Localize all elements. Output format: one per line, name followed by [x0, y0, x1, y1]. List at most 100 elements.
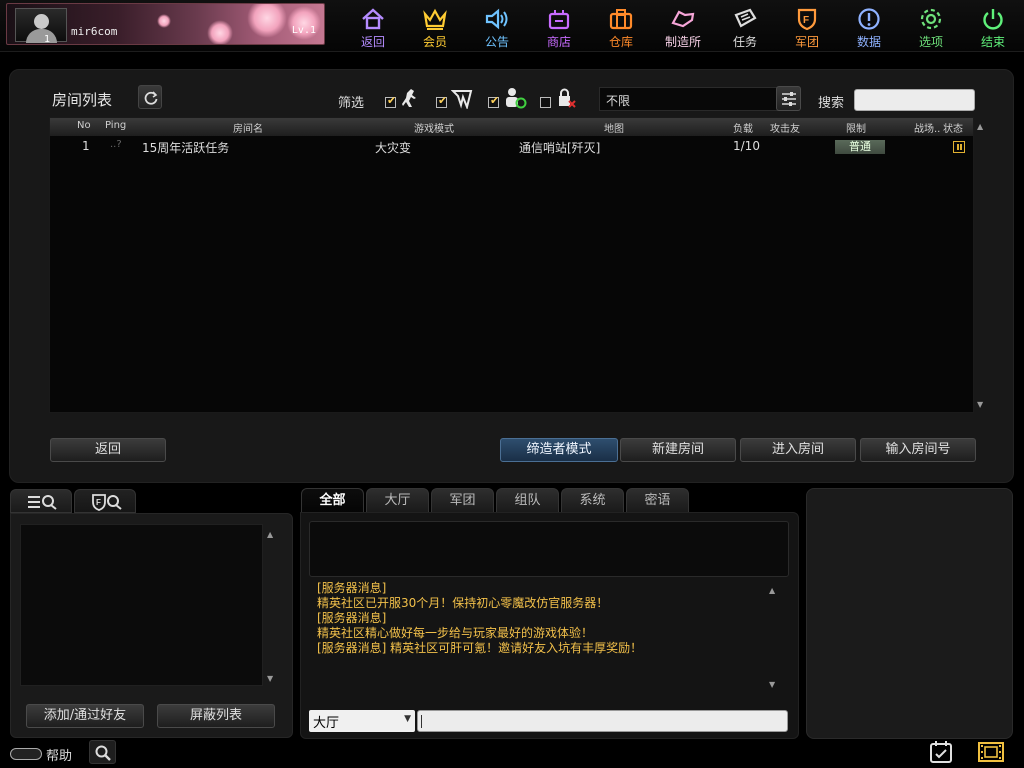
tab-chat-lobby[interactable]: 大厅: [366, 488, 429, 513]
nav-label: 会员: [422, 35, 447, 49]
nav-vip-button[interactable]: 会员: [404, 2, 466, 50]
task-icon: [734, 8, 757, 28]
back-button[interactable]: 返回: [50, 438, 166, 462]
avatar-level: 1: [44, 34, 51, 45]
column-header-no[interactable]: No: [77, 120, 91, 131]
blossom-decoration: [157, 14, 171, 28]
nav-label: 商店: [546, 35, 571, 49]
nav-notice-button[interactable]: 公告: [466, 2, 528, 50]
power-icon: [983, 9, 1003, 30]
enter-room-button[interactable]: 进入房间: [740, 438, 856, 462]
player-profile-card[interactable]: 1 mir6com Lv.1: [6, 3, 325, 45]
column-header-friendly-fire[interactable]: 攻击友: [770, 120, 800, 135]
help-button[interactable]: 帮助: [10, 744, 72, 764]
nav-clan-button[interactable]: F 军团: [776, 2, 838, 50]
enter-room-number-button[interactable]: 输入房间号: [860, 438, 976, 462]
zombie-mode-icon: [451, 90, 473, 109]
nav-exit-button[interactable]: 结束: [962, 2, 1024, 50]
room-map: 通信哨站[歼灭]: [519, 141, 601, 155]
filter-checkbox-mode-b[interactable]: ✔: [436, 94, 447, 108]
creator-mode-button[interactable]: 缔造者模式: [500, 438, 618, 462]
clan-icon: F: [797, 8, 817, 31]
tab-chat-party[interactable]: 组队: [496, 488, 559, 513]
filter-checkbox-joinable[interactable]: ✔: [488, 94, 500, 108]
room-search-input[interactable]: [854, 89, 975, 111]
scroll-down-arrow[interactable]: ▼: [267, 674, 273, 683]
nav-storage-button[interactable]: 仓库: [590, 2, 652, 50]
check-mark: ✔: [490, 94, 500, 107]
room-name: 15周年活跃任务: [142, 141, 230, 155]
scroll-up-arrow[interactable]: ▲: [267, 530, 273, 539]
column-header-battlefield[interactable]: 战场..: [914, 120, 940, 135]
column-header-ping[interactable]: Ping: [105, 120, 126, 131]
avatar-head: [34, 14, 49, 29]
chat-channel-select[interactable]: 大厅 ▼: [309, 710, 415, 732]
blossom-decoration: [207, 20, 233, 44]
avatar: 1: [15, 8, 67, 45]
chat-panel: [服务器消息] 精英社区已开服30个月！保持初心零魔改仿官服务器！ [服务器消息…: [300, 512, 799, 739]
tab-chat-whisper[interactable]: 密语: [626, 488, 689, 513]
tab-clan-search[interactable]: F: [74, 489, 136, 513]
filter-checkbox-locked[interactable]: [540, 97, 551, 108]
speaker-icon: [485, 8, 508, 30]
chat-input[interactable]: [417, 710, 788, 732]
chat-message-list: [服务器消息] 精英社区已开服30个月！保持初心零魔改仿官服务器！ [服务器消息…: [317, 581, 777, 656]
scroll-up-arrow[interactable]: ▲: [977, 122, 983, 131]
scroll-down-arrow[interactable]: ▼: [977, 400, 983, 409]
friends-list[interactable]: [20, 524, 263, 686]
column-header-load[interactable]: 负载: [733, 120, 753, 135]
room-table-header: No Ping 房间名 游戏模式 地图 负载 攻击友 限制 战场.. 状态: [50, 118, 973, 136]
nav-shop-button[interactable]: 商店: [528, 2, 590, 50]
filter-settings-button[interactable]: [776, 86, 801, 111]
table-row[interactable]: 1 ..? 15周年活跃任务 大灾变 通信哨站[歼灭] 1/10 普通: [50, 138, 975, 156]
room-limit-badge: 普通: [835, 140, 885, 154]
nav-workshop-button[interactable]: 制造所: [652, 2, 714, 50]
tab-chat-clan[interactable]: 军团: [431, 488, 494, 513]
map-filter-select[interactable]: 不限: [599, 87, 782, 111]
check-mark: ✔: [387, 94, 397, 107]
chat-notice-area: [309, 521, 789, 577]
block-list-button[interactable]: 屏蔽列表: [157, 704, 275, 728]
help-label: 帮助: [46, 748, 73, 764]
nav-back-button[interactable]: 返回: [342, 2, 404, 50]
side-info-panel: [806, 488, 1013, 739]
film-icon[interactable]: [977, 741, 1005, 763]
nav-task-button[interactable]: 任务: [714, 2, 776, 50]
scroll-up-arrow[interactable]: ▲: [769, 586, 775, 595]
new-room-button[interactable]: 新建房间: [620, 438, 736, 462]
nav-data-button[interactable]: 数据: [838, 2, 900, 50]
info-icon: [858, 8, 880, 30]
home-icon: [362, 8, 384, 30]
refresh-icon: [144, 91, 158, 105]
user-level: Lv.1: [291, 25, 316, 36]
column-header-map[interactable]: 地图: [604, 120, 624, 135]
refresh-button[interactable]: [138, 85, 162, 109]
tab-chat-all[interactable]: 全部: [301, 488, 364, 513]
nav-options-button[interactable]: 选项: [900, 2, 962, 50]
workshop-icon: [671, 10, 695, 28]
blossom-decoration: [247, 4, 287, 38]
chat-tabs: 全部 大厅 军团 组队 系统 密语: [301, 488, 691, 513]
nav-label: 数据: [856, 35, 881, 49]
nav-label: 返回: [360, 35, 385, 49]
friend-list-icon: [28, 495, 57, 510]
calendar-icon[interactable]: [929, 740, 953, 764]
scroll-down-arrow[interactable]: ▼: [769, 680, 775, 689]
column-header-game-mode[interactable]: 游戏模式: [414, 120, 454, 135]
column-header-limit[interactable]: 限制: [846, 120, 866, 135]
nav-label: 军团: [794, 35, 819, 49]
chat-message: 精英社区精心做好每一步给与玩家最好的游戏体验！: [317, 626, 594, 640]
shop-icon: [548, 10, 570, 30]
filter-checkbox-mode-a[interactable]: ✔: [385, 94, 397, 108]
search-icon: [95, 745, 111, 761]
add-friend-button[interactable]: 添加/通过好友: [26, 704, 144, 728]
room-load: 1/10: [733, 139, 760, 153]
column-header-room-name[interactable]: 房间名: [233, 120, 263, 135]
column-header-status[interactable]: 状态: [943, 120, 963, 135]
main-nav: 返回 会员 公告 商店 仓库 制造所 任务 F 军团 数据 选项 结束: [342, 2, 1024, 50]
nav-label: 结束: [980, 35, 1005, 49]
search-button[interactable]: [89, 740, 116, 764]
tab-friend-list[interactable]: [10, 489, 72, 513]
tab-chat-system[interactable]: 系统: [561, 488, 624, 513]
nav-label: 选项: [918, 35, 943, 49]
